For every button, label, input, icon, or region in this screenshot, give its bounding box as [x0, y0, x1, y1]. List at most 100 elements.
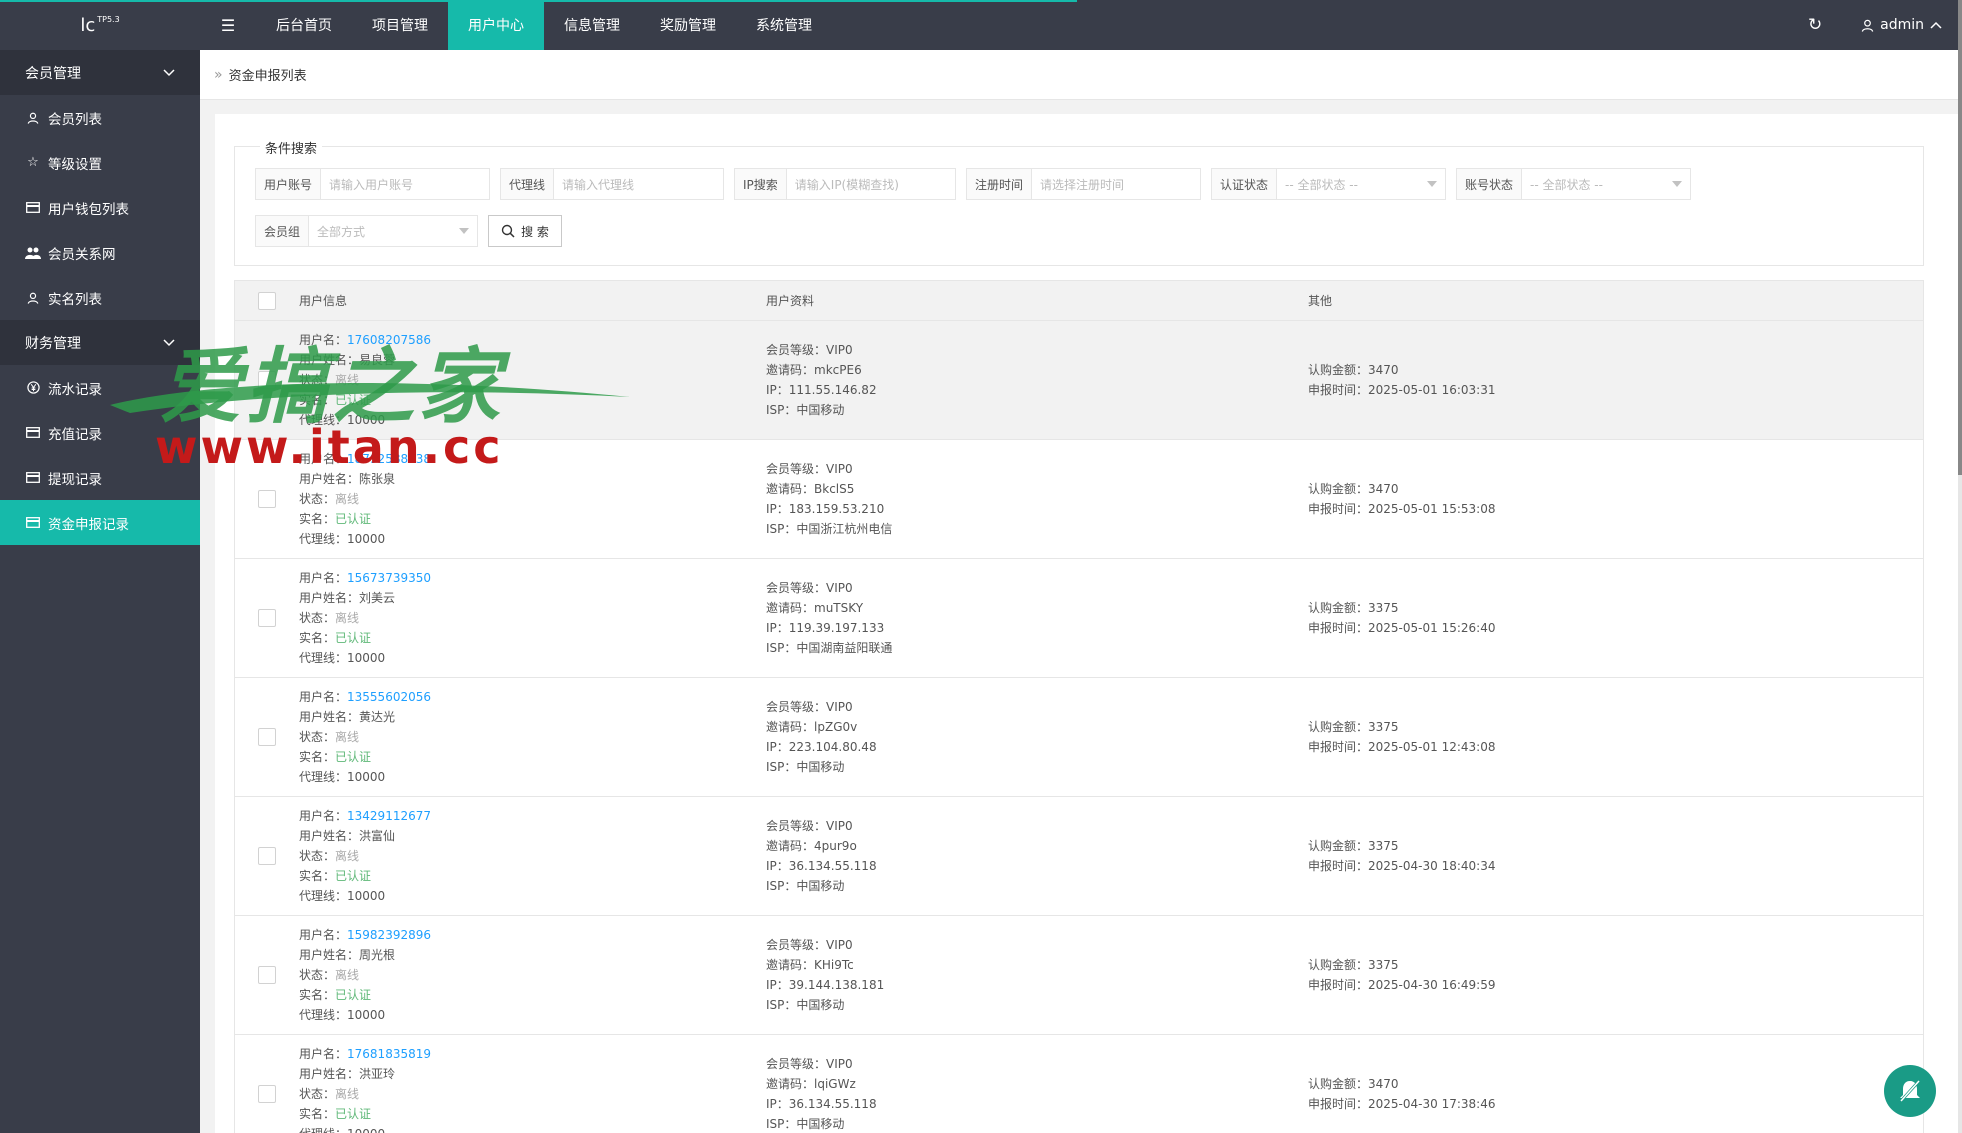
sidebar-item-fund-declaration[interactable]: 资金申报记录 [0, 500, 200, 545]
label: 实名： [299, 869, 336, 883]
username-link[interactable]: 13555602056 [347, 690, 431, 704]
member-group-select[interactable]: 全部方式 [309, 216, 477, 246]
sidebar-item-realname-list[interactable]: 实名列表 [0, 275, 200, 320]
agent-value: 10000 [347, 889, 386, 903]
level-value: VIP0 [826, 700, 853, 714]
refresh-icon[interactable]: ↻ [1787, 0, 1843, 50]
select-all-checkbox[interactable] [257, 291, 276, 310]
row-checkbox[interactable] [257, 609, 276, 627]
username-link[interactable]: 17608207586 [347, 333, 431, 347]
realname-value: 易良蓉 [359, 353, 396, 367]
topnav-item-home[interactable]: 后台首页 [256, 0, 352, 50]
label: 代理线： [299, 413, 348, 427]
topnav-item-projects[interactable]: 项目管理 [352, 0, 448, 50]
label: 用户姓名： [299, 829, 360, 843]
ip-value: 39.144.138.181 [788, 978, 885, 992]
sidebar-group-members[interactable]: 会员管理 [0, 50, 200, 95]
level-value: VIP0 [826, 343, 853, 357]
label: 会员等级： [766, 700, 827, 714]
row-checkbox[interactable] [257, 490, 276, 508]
label: 邀请码： [766, 720, 815, 734]
row-checkbox[interactable] [257, 966, 276, 984]
label: 邀请码： [766, 958, 815, 972]
register-time-input[interactable]: 请选择注册时间 [1032, 169, 1132, 199]
sidebar: 会员管理 会员列表 ☆ 等级设置 用户钱包列表 会员关系网 实名列表 财务管理 … [0, 50, 200, 1133]
select-value: -- 全部状态 -- [1530, 177, 1603, 192]
breadcrumb-separator-icon: » [214, 66, 223, 83]
topnav-item-rewards[interactable]: 奖励管理 [640, 0, 736, 50]
username-link[interactable]: 17681835819 [347, 1047, 431, 1061]
label: 代理线： [299, 532, 348, 546]
label: 用户名： [299, 1047, 348, 1061]
sidebar-item-label: 充值记录 [48, 426, 102, 443]
row-checkbox[interactable] [257, 847, 276, 865]
level-value: VIP0 [826, 1057, 853, 1071]
label: 状态： [299, 611, 336, 625]
field-label: 账号状态 [1457, 169, 1523, 199]
logo-version: TP5.3 [97, 14, 120, 24]
user-info-cell: 用户名：17608207586 用户姓名：易良蓉 状态：离线 实名：已认证 代理线：10… [298, 330, 766, 430]
isp-value: 中国移动 [796, 1117, 845, 1131]
user-icon [25, 112, 41, 124]
menu-toggle-icon[interactable]: ☰ [200, 0, 256, 50]
field-label: 代理线 [501, 169, 555, 199]
sidebar-item-withdraw-records[interactable]: 提现记录 [0, 455, 200, 500]
register-time-group: 注册时间 请选择注册时间 [966, 168, 1201, 200]
sidebar-item-recharge-records[interactable]: 充值记录 [0, 410, 200, 455]
agent-value: 10000 [347, 651, 386, 665]
user-profile-cell: 会员等级：VIP0 邀请码：muTSKY IP：119.39.197.133 ISP：… [766, 578, 1308, 658]
sidebar-item-flow-records[interactable]: 流水记录 [0, 365, 200, 410]
vertical-scrollbar[interactable] [1958, 0, 1962, 1133]
search-button[interactable]: 搜 索 [488, 215, 562, 247]
logo-text: lc [80, 14, 96, 36]
label: ISP： [766, 998, 797, 1012]
verify-status-select[interactable]: -- 全部状态 -- [1277, 169, 1445, 199]
agent-input[interactable]: 请输入代理线 [554, 169, 642, 199]
floating-action-button[interactable] [1884, 1065, 1936, 1117]
label: IP： [766, 383, 789, 397]
sidebar-item-wallet-list[interactable]: 用户钱包列表 [0, 185, 200, 230]
verified-value: 已认证 [335, 869, 372, 883]
topnav-item-info[interactable]: 信息管理 [544, 0, 640, 50]
user-info-cell: 用户名：15673739350 用户姓名：刘美云 状态：离线 实名：已认证 代理线：10… [298, 568, 766, 668]
user-menu[interactable]: admin [1843, 0, 1962, 50]
sidebar-group-finance[interactable]: 财务管理 [0, 320, 200, 365]
logo[interactable]: lc TP5.3 [0, 0, 200, 50]
label: 认购金额： [1308, 1077, 1369, 1091]
caret-down-icon [1427, 181, 1437, 187]
topnav-item-system[interactable]: 系统管理 [736, 0, 832, 50]
table-body: 用户名：17608207586 用户姓名：易良蓉 状态：离线 实名：已认证 代理线：10… [235, 321, 1923, 1133]
time-value: 2025-04-30 17:38:46 [1368, 1097, 1496, 1111]
scrollbar-thumb[interactable] [1958, 0, 1962, 475]
ip-input[interactable]: 请输入IP(模糊查找) [787, 169, 907, 199]
row-checkbox[interactable] [257, 371, 276, 389]
label: IP： [766, 502, 789, 516]
caret-down-icon [459, 228, 469, 234]
isp-value: 中国移动 [796, 403, 845, 417]
content-card: 条件搜索 用户账号 请输入用户账号 代理线 请输入代理线 IP搜索 请输入IP(… [215, 114, 1958, 1133]
label: ISP： [766, 403, 797, 417]
label: 用户名： [299, 809, 348, 823]
field-label: 注册时间 [967, 169, 1033, 199]
username-link[interactable]: 15982392896 [347, 928, 431, 942]
account-input[interactable]: 请输入用户账号 [321, 169, 421, 199]
sidebar-item-level-settings[interactable]: ☆ 等级设置 [0, 140, 200, 185]
username-link[interactable]: 18792588638 [347, 452, 431, 466]
field-label: 会员组 [256, 216, 310, 246]
row-checkbox[interactable] [257, 1085, 276, 1103]
account-status-select[interactable]: -- 全部状态 -- [1522, 169, 1690, 199]
status-value: 离线 [335, 849, 360, 863]
chevron-down-icon [163, 68, 175, 76]
topnav-item-user-center[interactable]: 用户中心 [448, 0, 544, 50]
sidebar-item-member-list[interactable]: 会员列表 [0, 95, 200, 140]
row-checkbox[interactable] [257, 728, 276, 746]
username-link[interactable]: 15673739350 [347, 571, 431, 585]
label: 邀请码： [766, 482, 815, 496]
label: 状态： [299, 492, 336, 506]
label: 实名： [299, 1107, 336, 1121]
sidebar-item-relations[interactable]: 会员关系网 [0, 230, 200, 275]
realname-value: 刘美云 [359, 591, 396, 605]
amount-value: 3375 [1368, 958, 1399, 972]
username-link[interactable]: 13429112677 [347, 809, 431, 823]
sidebar-item-label: 会员关系网 [48, 246, 116, 263]
